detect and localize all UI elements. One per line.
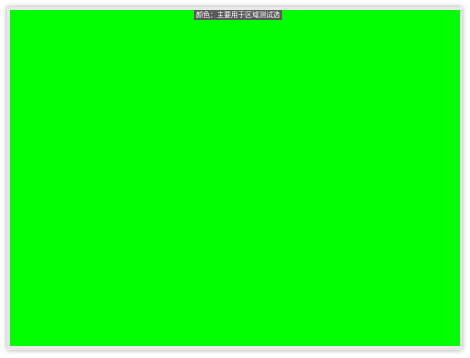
window-title: 颜色：主要用于区域测试选: [194, 10, 282, 20]
color-preview-area[interactable]: 颜色：主要用于区域测试选: [10, 10, 460, 346]
screen: 颜色：主要用于区域测试选: [0, 0, 470, 358]
